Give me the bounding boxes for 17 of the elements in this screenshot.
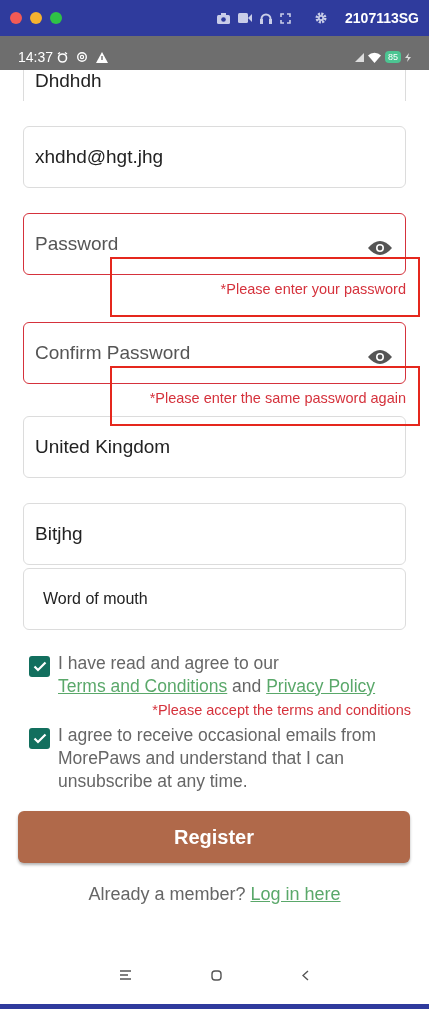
error-message: *Please enter the same password again: [148, 389, 406, 408]
input-field[interactable]: United Kingdom: [23, 415, 406, 478]
agreement-text: I have read and agree to our Terms and Conditions and Privacy Policy: [58, 651, 377, 698]
input-field[interactable]: Password: [23, 213, 406, 275]
input-field[interactable]: Dhdhdh: [23, 70, 406, 101]
input-field[interactable]: Bitjhg: [23, 502, 406, 565]
window-title: 2107113SG: [345, 8, 419, 28]
battery-level: 85: [385, 51, 401, 63]
input-field[interactable]: Word of mouth: [23, 567, 406, 630]
input-field[interactable]: Confirm Password: [23, 322, 406, 384]
input-field[interactable]: xhdhd@hgt.jhg: [23, 126, 406, 188]
agreement-text: I agree to receive occasional emails from MorePaws and understand that I can unsubscribe at any time.: [58, 723, 378, 793]
login-prompt: Already a member?: [88, 883, 246, 904]
register-button[interactable]: Register: [18, 810, 410, 863]
clock-text: 14:37: [18, 47, 54, 67]
error-message: *Please enter your password: [219, 280, 406, 299]
error-message: *Please accept the terms and conditions: [151, 700, 411, 720]
